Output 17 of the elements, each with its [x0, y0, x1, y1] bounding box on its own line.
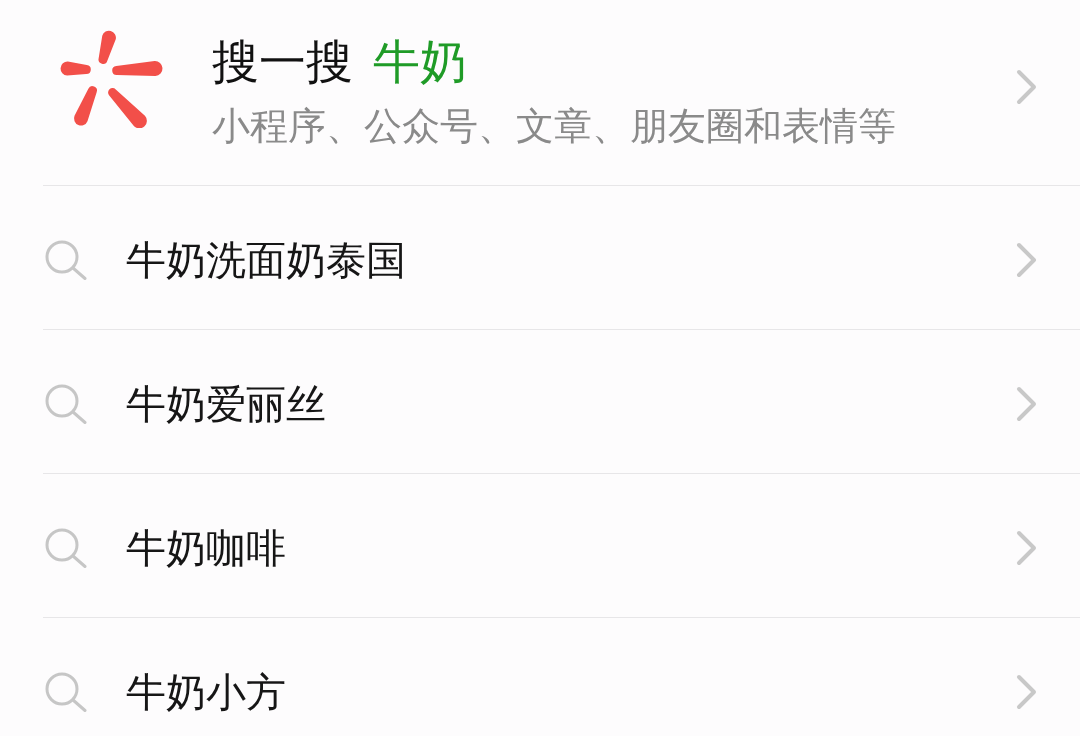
suggestion-item[interactable]: 牛奶爱丽丝 — [43, 330, 1080, 474]
search-icon — [45, 240, 87, 280]
search-icon — [45, 672, 87, 712]
chevron-icon — [1016, 242, 1037, 278]
chevron-icon — [1016, 530, 1037, 566]
query-text: 牛奶 — [373, 36, 467, 88]
chevron-icon — [1016, 674, 1037, 710]
suggestion-item[interactable]: 牛奶洗面奶泰国 — [43, 186, 1080, 330]
description-text: 小程序、公众号、文章、朋友圈和表情等 — [212, 104, 896, 148]
chevron-icon[interactable] — [1016, 69, 1037, 105]
search-icon — [45, 528, 87, 568]
search-icon — [45, 384, 87, 424]
suggestion-item[interactable]: 牛奶小方 — [43, 618, 1080, 736]
search-title: 搜一搜 — [212, 36, 353, 88]
logo-icon — [60, 30, 164, 128]
suggestion-item[interactable]: 牛奶咖啡 — [43, 474, 1080, 618]
chevron-icon — [1016, 386, 1037, 422]
